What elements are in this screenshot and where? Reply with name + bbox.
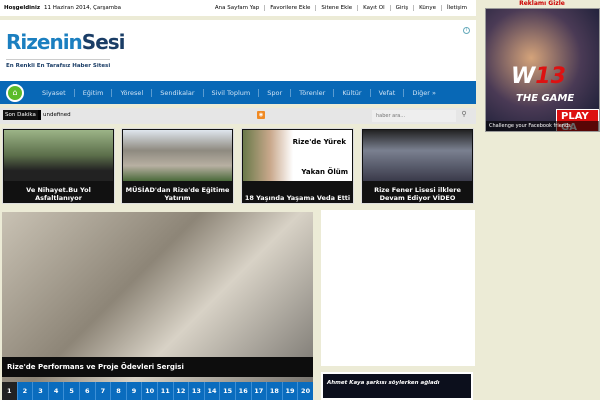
ad-logo: W13 bbox=[511, 64, 566, 89]
game-ad-banner[interactable]: W13 THE GAME PLAY GA Challenge your Face… bbox=[485, 8, 600, 132]
thumb-image bbox=[123, 130, 232, 181]
thumb-title: MÜSİAD'dan Rize'de Eğitime Yatırım bbox=[125, 186, 230, 202]
pager-item[interactable]: 16 bbox=[234, 382, 251, 400]
nav-item[interactable]: Diğer » bbox=[403, 88, 444, 97]
ad-footer: Challenge your Facebook friends bbox=[486, 121, 599, 131]
search-icon[interactable]: ⚲ bbox=[457, 110, 471, 122]
pager-item[interactable]: 11 bbox=[156, 382, 173, 400]
breaking-label: Son Dakika bbox=[3, 110, 41, 120]
pager-item[interactable]: 17 bbox=[250, 382, 267, 400]
ticker-text[interactable]: undefined bbox=[43, 112, 71, 118]
nav-item[interactable]: Yöresel bbox=[111, 88, 151, 97]
ad-logo-num: 13 bbox=[535, 64, 566, 89]
nav-item[interactable]: Sivil Toplum bbox=[202, 88, 259, 97]
nav-item[interactable]: Vefat bbox=[369, 88, 404, 97]
thumb-image bbox=[4, 130, 113, 181]
pager-item[interactable]: 10 bbox=[141, 382, 157, 400]
welcome-text: Hoşgeldiniz bbox=[4, 5, 41, 11]
rss-icon[interactable]: ◉ bbox=[257, 111, 265, 119]
news-thumb[interactable]: Ve Nihayet.Bu Yol Asfaltlanıyor bbox=[2, 128, 115, 204]
main-nav: ⌂ Siyaset Eğitim Yöresel Sendikalar Sivi… bbox=[0, 81, 476, 104]
top-link[interactable]: Sitene Ekle bbox=[315, 5, 357, 11]
slogan: En Renkli En Tarafsız Haber Sitesi bbox=[6, 59, 111, 69]
logo-part: Sesi bbox=[81, 30, 126, 54]
pager-item[interactable]: 4 bbox=[47, 382, 64, 400]
pager-item[interactable]: 18 bbox=[266, 382, 282, 400]
news-thumb[interactable]: MÜSİAD'dan Rize'de Eğitime Yatırım bbox=[121, 128, 234, 204]
pager-item[interactable]: 2 bbox=[16, 382, 33, 400]
pager-item[interactable]: 15 bbox=[219, 382, 235, 400]
thumb-title: 18 Yaşında Yaşama Veda Etti bbox=[244, 194, 351, 202]
home-icon[interactable]: ⌂ bbox=[6, 83, 24, 102]
nav-item[interactable]: Spor bbox=[258, 88, 290, 97]
ad-logo-w: W bbox=[511, 64, 536, 89]
headline-slider[interactable]: Rize'de Performans ve Proje Ödevleri Ser… bbox=[2, 212, 313, 400]
slider-pager: 1 2 3 4 5 6 7 8 9 10 11 12 13 14 15 16 1… bbox=[2, 382, 313, 400]
pager-item[interactable]: 3 bbox=[32, 382, 48, 400]
news-thumb[interactable]: Rize'de Yürek Yakan Ölüm 18 Yaşında Yaşa… bbox=[241, 128, 354, 204]
nav-item[interactable]: Kültür bbox=[333, 88, 369, 97]
top-link[interactable]: Künye bbox=[413, 5, 441, 11]
pager-item[interactable]: 8 bbox=[110, 382, 126, 400]
pager-item[interactable]: 1 bbox=[2, 382, 17, 400]
logo-part: Rizenin bbox=[6, 30, 83, 54]
nav-item[interactable]: Törenler bbox=[290, 88, 333, 97]
top-link[interactable]: Giriş bbox=[389, 5, 413, 11]
pager-item[interactable]: 9 bbox=[125, 382, 142, 400]
ad-game-title: THE GAME bbox=[516, 93, 575, 104]
top-link[interactable]: Kayıt Ol bbox=[357, 5, 389, 11]
thumb-overlay: Rize'de Yürek bbox=[292, 138, 346, 146]
top-link[interactable]: Ana Sayfam Yap bbox=[210, 5, 264, 11]
news-ticker: Son Dakika undefined ◉ ⚲ bbox=[0, 108, 476, 124]
thumb-image: Rize'de Yürek Yakan Ölüm bbox=[243, 130, 352, 181]
top-links: Ana Sayfam Yap Favorilere Ekle Sitene Ek… bbox=[210, 5, 472, 11]
pager-item[interactable]: 7 bbox=[94, 382, 111, 400]
thumb-title: Rize Fener Lisesi ilklere Devam Ediyor V… bbox=[374, 186, 461, 202]
nav-item[interactable]: Sendikalar bbox=[151, 88, 202, 97]
slider-caption[interactable]: Rize'de Performans ve Proje Ödevleri Ser… bbox=[2, 357, 313, 377]
side-video[interactable]: Ahmet Kaya şarkısı söylerken ağladı bbox=[321, 372, 473, 400]
pager-item[interactable]: 5 bbox=[63, 382, 79, 400]
thumb-overlay: Yakan Ölüm bbox=[301, 168, 348, 176]
pager-item[interactable]: 6 bbox=[78, 382, 95, 400]
nav-item[interactable]: Siyaset bbox=[34, 89, 74, 97]
thumb-title: Ve Nihayet.Bu Yol Asfaltlanıyor bbox=[26, 186, 91, 202]
pager-item[interactable]: 14 bbox=[203, 382, 220, 400]
header: RizeninSesi En Renkli En Tarafsız Haber … bbox=[0, 20, 476, 81]
top-bar: Hoşgeldiniz 11 Haziran 2014, Çarşamba An… bbox=[0, 0, 476, 16]
news-thumb[interactable]: Rize Fener Lisesi ilklere Devam Ediyor V… bbox=[361, 128, 474, 204]
pager-item[interactable]: 12 bbox=[172, 382, 189, 400]
pager-item[interactable]: 13 bbox=[188, 382, 204, 400]
side-ad-box bbox=[321, 210, 475, 366]
ad-info-icon[interactable]: i bbox=[463, 27, 470, 34]
date-text: 11 Haziran 2014, Çarşamba bbox=[44, 5, 122, 11]
pager-item[interactable]: 20 bbox=[297, 382, 313, 400]
top-link[interactable]: İletişim bbox=[441, 5, 472, 11]
site-logo[interactable]: RizeninSesi bbox=[6, 30, 126, 54]
search-input[interactable] bbox=[372, 110, 456, 122]
thumb-image bbox=[363, 130, 472, 181]
hide-ad-link[interactable]: Reklamı Gizle bbox=[484, 0, 600, 7]
top-link[interactable]: Favorilere Ekle bbox=[264, 5, 315, 11]
pager-item[interactable]: 19 bbox=[281, 382, 298, 400]
nav-item[interactable]: Eğitim bbox=[73, 88, 112, 97]
